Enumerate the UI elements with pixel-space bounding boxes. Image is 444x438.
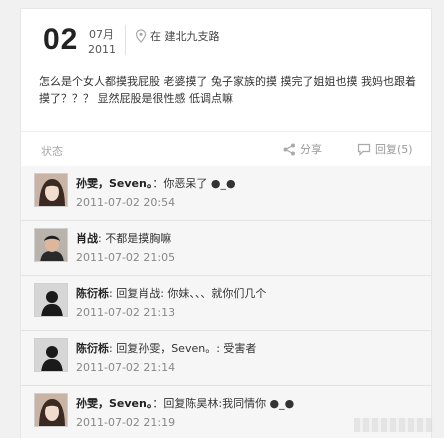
comment-line: 孙雯，Seven。：你恶呆了 ●_●: [76, 175, 236, 191]
comment-time: 2011-07-02 21:05: [76, 251, 176, 264]
comment-text: ：回复陈昊林:我同情你 ●_●: [152, 397, 295, 410]
post-divider: [21, 131, 431, 132]
reply-label: 回复(5): [375, 143, 413, 156]
post-type-label: 状态: [41, 145, 63, 158]
watermark: [354, 418, 434, 432]
comment-item: 肖战: 不都是摸胸嘛 2011-07-02 21:05: [21, 221, 431, 276]
post-content: 怎么是个女人都摸我屁股 老婆摸了 兔子家族的摸 摸完了姐姐也摸 我妈也跟着摸了？…: [39, 75, 416, 105]
reply-button[interactable]: 回复(5): [357, 141, 413, 157]
comment-line: 孙雯，Seven。：回复陈昊林:我同情你 ●_●: [76, 395, 294, 411]
post-location[interactable]: 在 建北九支路: [150, 28, 220, 44]
date-divider: [125, 25, 126, 55]
comment-time: 2011-07-02 21:13: [76, 306, 176, 319]
comment-text: : 不都是摸胸嘛: [98, 232, 172, 245]
comment-text: : 回复孙雯，Seven。: 受害者: [109, 342, 257, 355]
location-pin-icon: [135, 29, 147, 43]
comment-item: 陈衍栎: 回复孙雯，Seven。: 受害者 2011-07-02 21:14: [21, 331, 431, 386]
share-icon: [283, 143, 295, 155]
comment-author[interactable]: 陈衍栎: [76, 342, 109, 355]
comment-author[interactable]: 孙雯，Seven。: [76, 397, 152, 410]
avatar[interactable]: [34, 283, 68, 317]
post-month: 07月: [89, 28, 114, 41]
comment-time: 2011-07-02 21:14: [76, 361, 176, 374]
comment-line: 陈衍栎: 回复孙雯，Seven。: 受害者: [76, 340, 256, 356]
share-button[interactable]: 分享: [283, 141, 322, 157]
comment-author[interactable]: 陈衍栎: [76, 287, 109, 300]
comment-text: ：你恶呆了 ●_●: [152, 177, 236, 190]
comment-author[interactable]: 肖战: [76, 232, 98, 245]
comment-line: 陈衍栎: 回复肖战: 你妹、、、就你们几个: [76, 285, 266, 301]
comment-time: 2011-07-02 21:19: [76, 416, 176, 429]
avatar[interactable]: [34, 228, 68, 262]
comment-item: 孙雯，Seven。：你恶呆了 ●_● 2011-07-02 20:54: [21, 166, 431, 221]
avatar[interactable]: [34, 393, 68, 427]
comment-author[interactable]: 孙雯，Seven。: [76, 177, 152, 190]
comment-item: 陈衍栎: 回复肖战: 你妹、、、就你们几个 2011-07-02 21:13: [21, 276, 431, 331]
avatar[interactable]: [34, 338, 68, 372]
post-year: 2011: [88, 43, 116, 56]
comment-list: 孙雯，Seven。：你恶呆了 ●_● 2011-07-02 20:54 肖战: …: [20, 166, 432, 438]
comment-time: 2011-07-02 20:54: [76, 196, 176, 209]
comment-text: : 回复肖战: 你妹、、、就你们几个: [109, 287, 267, 300]
post-day: 02: [43, 23, 79, 56]
avatar[interactable]: [34, 173, 68, 207]
post-card: 02 07月 2011 在 建北九支路 怎么是个女人都摸我屁股 老婆摸了 兔子家…: [20, 8, 432, 173]
comment-line: 肖战: 不都是摸胸嘛: [76, 230, 171, 246]
comment-icon: [357, 143, 371, 156]
share-label: 分享: [300, 143, 322, 156]
